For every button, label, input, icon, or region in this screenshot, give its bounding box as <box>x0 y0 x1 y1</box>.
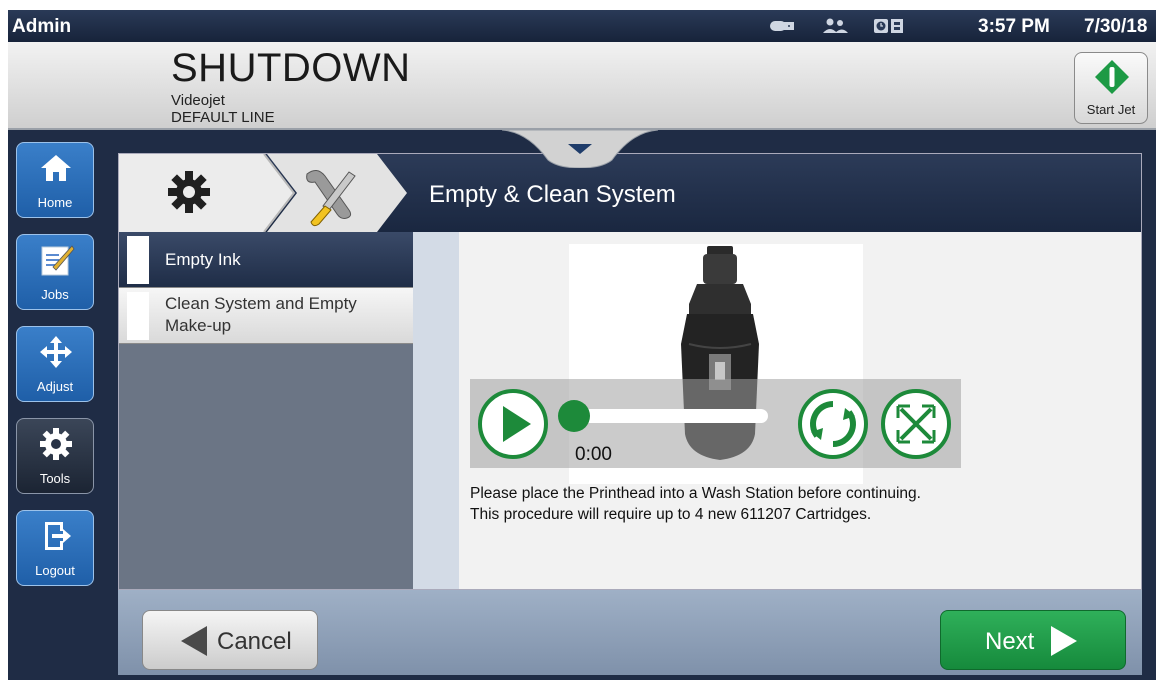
printer-name: Videojet <box>171 92 225 109</box>
list-item-label-line1: Clean System and Empty <box>165 294 357 313</box>
start-jet-icon <box>1095 60 1129 94</box>
forward-arrow-icon <box>1051 626 1077 656</box>
video-controls: 0:00 <box>470 379 961 468</box>
printer-screen: Admin 3:57 PM 7/30/18 SHUTDOWN Videojet … <box>8 10 1156 680</box>
gear-icon <box>168 171 210 213</box>
users-icon <box>823 18 848 33</box>
clock-time: 3:57 PM <box>978 16 1050 37</box>
video-progress-track[interactable] <box>560 409 768 423</box>
cancel-label: Cancel <box>217 628 292 655</box>
cancel-button[interactable]: Cancel <box>142 610 318 670</box>
procedure-list: Empty Ink Clean System and Empty Make-up <box>119 232 413 589</box>
back-arrow-icon <box>181 626 207 656</box>
nav-home-label: Home <box>37 195 73 210</box>
logout-icon <box>45 522 71 550</box>
list-item-label-line2: Make-up <box>165 316 232 335</box>
nav-tools-button[interactable]: Tools <box>16 418 94 494</box>
left-nav: Home Jobs Adjust Tools Logout <box>8 132 114 680</box>
start-jet-label: Start Jet <box>1086 102 1136 117</box>
procedure-content: 0:00 Please place the Printhead into a W… <box>459 232 1141 589</box>
clock-date: 7/30/18 <box>1084 16 1148 37</box>
move-arrows-icon <box>40 336 72 368</box>
list-item-empty-ink[interactable]: Empty Ink <box>119 232 413 288</box>
selection-marker <box>127 236 149 284</box>
video-progress-knob[interactable] <box>558 400 590 432</box>
fullscreen-icon[interactable] <box>880 388 952 460</box>
nav-logout-button[interactable]: Logout <box>16 510 94 586</box>
list-item-label: Empty Ink <box>165 250 241 269</box>
printer-state: SHUTDOWN <box>171 46 411 90</box>
list-item-label: Clean System and Empty Make-up <box>165 293 357 337</box>
nav-logout-label: Logout <box>35 563 75 578</box>
status-bar: Admin 3:57 PM 7/30/18 <box>8 10 1156 42</box>
gear-icon <box>40 428 72 460</box>
jobs-icon <box>41 245 75 276</box>
video-time: 0:00 <box>575 444 612 465</box>
nav-adjust-button[interactable]: Adjust <box>16 326 94 402</box>
user-label: Admin <box>12 16 72 37</box>
nav-tools-label: Tools <box>39 471 71 486</box>
nav-adjust-label: Adjust <box>36 379 74 394</box>
instructions: Please place the Printhead into a Wash S… <box>470 483 921 525</box>
instruction-line-2: This procedure will require up to 4 new … <box>470 506 872 523</box>
footer: Cancel Next <box>118 590 1142 675</box>
line-name: DEFAULT LINE <box>171 109 275 126</box>
home-icon <box>41 155 71 181</box>
next-button[interactable]: Next <box>940 610 1126 670</box>
nav-jobs-label: Jobs <box>41 287 69 302</box>
clock-status-icon <box>874 19 903 33</box>
nav-home-button[interactable]: Home <box>16 142 94 218</box>
connection-icon <box>770 21 794 31</box>
status-icons <box>770 18 903 33</box>
play-icon[interactable] <box>477 388 549 460</box>
replay-icon[interactable] <box>797 388 869 460</box>
nav-jobs-button[interactable]: Jobs <box>16 234 94 310</box>
list-item-clean-system[interactable]: Clean System and Empty Make-up <box>119 288 413 344</box>
pull-down-tab[interactable] <box>502 130 658 168</box>
selection-marker <box>127 292 149 340</box>
panel-title: Empty & Clean System <box>429 181 676 208</box>
main-panel: Empty & Clean System Empty Ink Clean Sys… <box>118 153 1142 590</box>
breadcrumb <box>119 154 407 232</box>
instruction-line-1: Please place the Printhead into a Wash S… <box>470 485 921 502</box>
start-jet-button[interactable]: Start Jet <box>1074 52 1148 124</box>
next-label: Next <box>985 628 1035 655</box>
header: SHUTDOWN Videojet DEFAULT LINE Start Jet <box>8 42 1156 130</box>
list-separator <box>413 232 459 589</box>
